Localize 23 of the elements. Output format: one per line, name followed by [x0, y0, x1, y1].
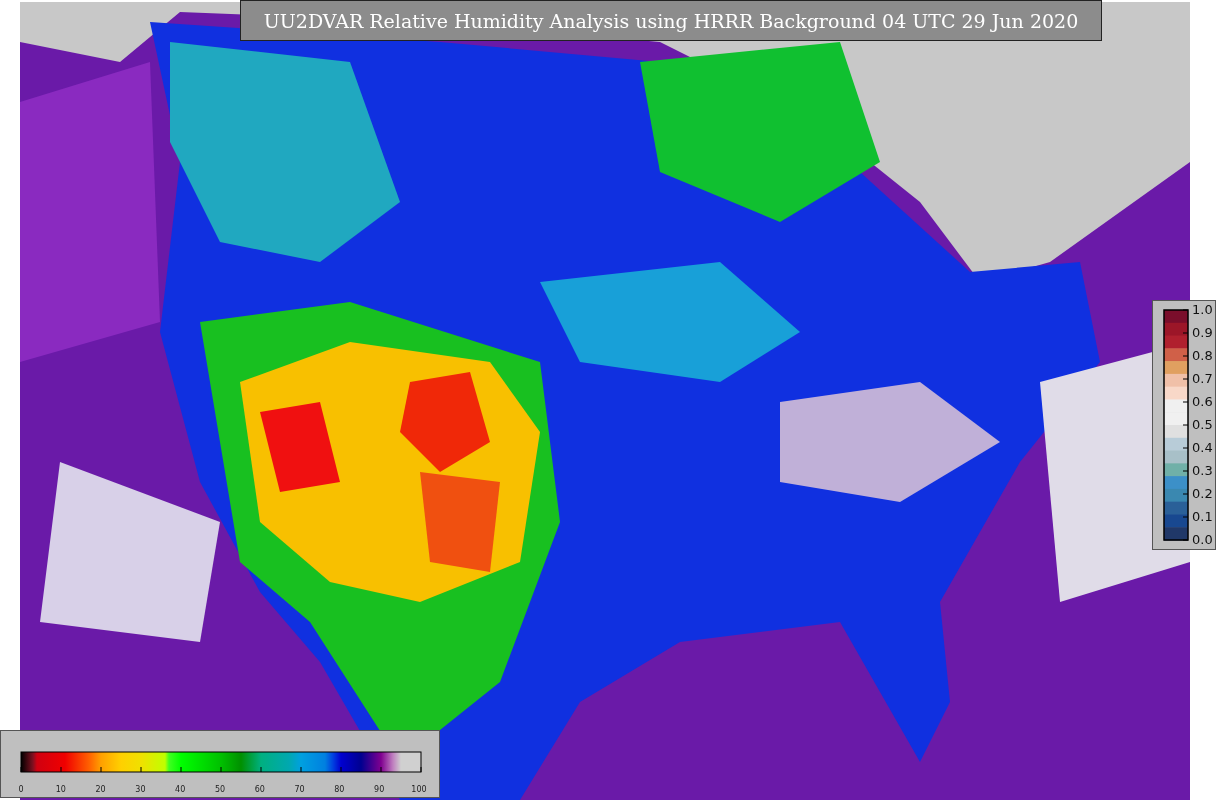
tick-label: 1.0: [1192, 302, 1213, 318]
tick-label: 90: [373, 785, 386, 794]
tick-label: 0.7: [1192, 371, 1213, 387]
tick-label: 0.9: [1192, 325, 1213, 341]
tick-label: 70: [293, 785, 306, 794]
tick-label: 0.6: [1192, 394, 1213, 410]
tick-label: 20: [94, 785, 107, 794]
tick-label: 0.2: [1192, 486, 1213, 502]
tick-label: 100: [410, 785, 428, 794]
tick-label: 50: [213, 785, 227, 794]
tick-label: 80: [333, 785, 346, 794]
map-title: UU2DVAR Relative Humidity Analysis using HRRR Background 04 UTC 29 Jun 2020: [240, 0, 1102, 41]
tick-label: 0.3: [1192, 463, 1213, 479]
tick-label: 0.4: [1192, 440, 1213, 456]
tick-label: 0.1: [1192, 509, 1213, 525]
tick-label: 40: [174, 785, 187, 794]
tick-label: 30: [134, 785, 147, 794]
tick-label: 60: [253, 785, 266, 794]
tick-label: 0.5: [1192, 417, 1213, 433]
tick-label: 0: [17, 785, 25, 794]
tick-label: 0.8: [1192, 348, 1213, 364]
tick-label: 10: [54, 785, 67, 794]
tick-label: 0.0: [1192, 532, 1213, 548]
